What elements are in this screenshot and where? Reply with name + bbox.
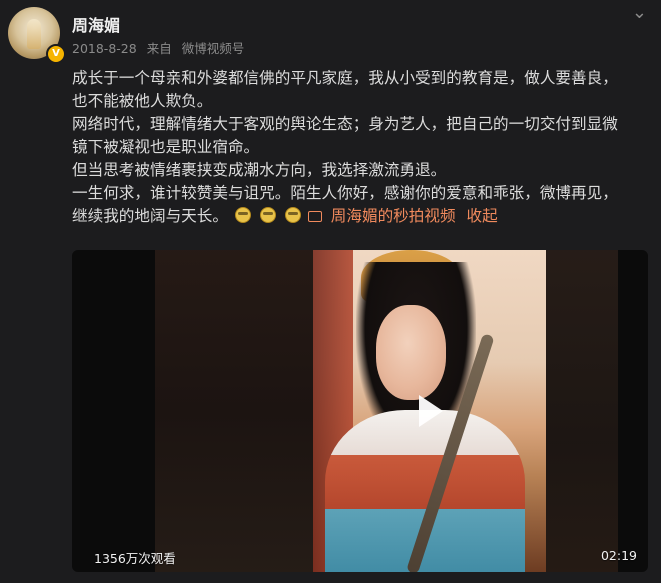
video-frame-face (376, 305, 446, 400)
emoji-glasses-icon (284, 207, 301, 223)
video-background-left (155, 250, 313, 572)
verified-badge: V (46, 44, 66, 64)
video-link[interactable]: 周海媚的秒拍视频 (307, 207, 461, 225)
video-background-right (546, 250, 618, 572)
content-line: 但当思考被情绪裹挟变成潮水方向，我选择激流勇退。 (72, 161, 447, 179)
content-line: 镜下被凝视也是职业宿命。 (72, 138, 260, 156)
content-last-line: 继续我的地阔与天长。 周海媚的秒拍视频 收起 (72, 205, 652, 228)
post-meta: 2018-8-28 来自 微博视频号 (72, 38, 250, 57)
username[interactable]: 周海媚 (72, 12, 120, 36)
content-line: 成长于一个母亲和外婆都信佛的平凡家庭，我从小受到的教育是，做人要善良， (72, 69, 618, 87)
video-duration: 02:19 (600, 548, 637, 563)
content-line: 一生何求，谁计较赞美与诅咒。陌生人你好，感谢你的爱意和乖张，微博再见， (72, 184, 618, 202)
content-line-text: 继续我的地阔与天长。 (72, 207, 228, 225)
video-icon (307, 211, 322, 222)
emoji-glasses-icon (259, 207, 276, 223)
play-icon[interactable] (419, 395, 443, 427)
video-link-label[interactable]: 周海媚的秒拍视频 (331, 207, 456, 225)
video-player[interactable] (72, 250, 648, 572)
post-source-prefix: 来自 (146, 41, 172, 56)
video-views: 1356万次观看 (94, 551, 176, 566)
content-line: 网络时代，理解情绪大于客观的舆论生态；身为艺人，把自己的一切交付到显微 (72, 115, 618, 133)
post-date: 2018-8-28 (72, 41, 137, 56)
content-line: 也不能被他人欺负。 (72, 92, 213, 110)
post-content: 成长于一个母亲和外婆都信佛的平凡家庭，我从小受到的教育是，做人要善良， 也不能被… (72, 67, 652, 228)
collapse-link[interactable]: 收起 (467, 207, 498, 225)
emoji-glasses-icon (234, 207, 251, 223)
chevron-down-icon[interactable]: ⌄ (632, 2, 647, 23)
post-source[interactable]: 微博视频号 (182, 41, 245, 56)
avatar-image (27, 19, 41, 49)
